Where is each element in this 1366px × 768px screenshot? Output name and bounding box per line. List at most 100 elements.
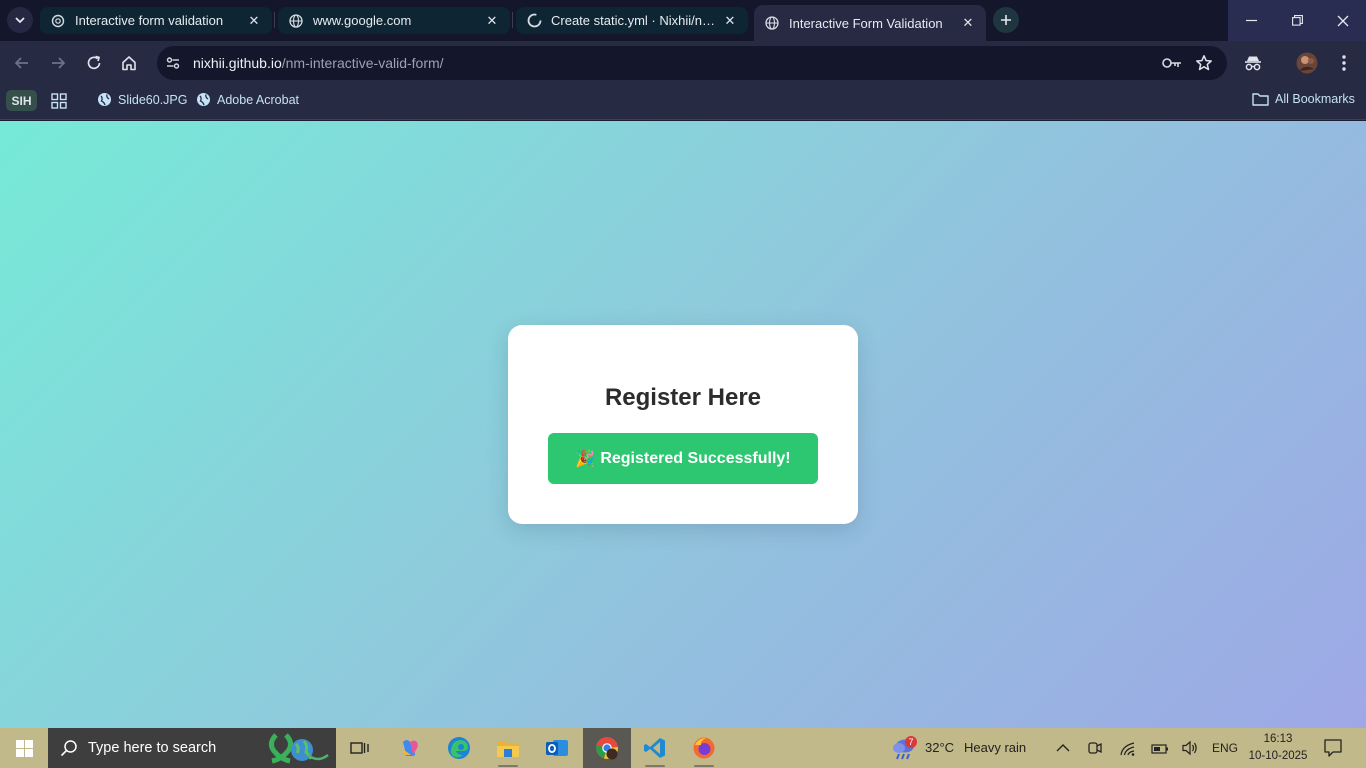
close-icon[interactable]: ✕ xyxy=(484,13,500,29)
start-button[interactable] xyxy=(0,728,48,768)
bookmark-star-icon[interactable] xyxy=(1195,54,1213,77)
tab-interactive-form-validation-chatgpt[interactable]: Interactive form validation ✕ xyxy=(40,7,272,34)
meet-now-icon[interactable] xyxy=(1087,739,1103,762)
browser-menu-button[interactable] xyxy=(1330,49,1358,77)
restore-icon xyxy=(1291,15,1303,26)
all-bookmarks-label: All Bookmarks xyxy=(1275,92,1355,106)
running-indicator xyxy=(498,765,518,767)
chevron-down-icon xyxy=(15,17,25,24)
tab-interactive-form-validation[interactable]: Interactive Form Validation ✕ xyxy=(754,5,986,41)
party-popper-icon: 🎉 xyxy=(575,450,596,468)
chrome-app[interactable] xyxy=(583,728,631,768)
weather-temp[interactable]: 32°C xyxy=(925,740,954,755)
file-explorer-app[interactable] xyxy=(484,728,532,768)
chatgpt-icon xyxy=(50,13,66,29)
success-message: Registered Successfully! xyxy=(600,449,791,467)
page-title: Register Here xyxy=(604,384,762,411)
address-bar[interactable]: nixhii.github.io/nm-interactive-valid-fo… xyxy=(157,46,1227,80)
apps-grid-icon[interactable] xyxy=(51,93,67,114)
page-background: Register Here 🎉 Registered Successfully! xyxy=(0,121,1366,728)
password-key-icon[interactable] xyxy=(1162,56,1182,75)
globe-icon xyxy=(764,15,780,31)
battery-icon[interactable] xyxy=(1151,742,1169,760)
close-icon[interactable]: ✕ xyxy=(960,15,976,31)
tab-title: Interactive form validation xyxy=(75,13,224,28)
register-card: Register Here 🎉 Registered Successfully! xyxy=(508,325,858,524)
site-settings-icon[interactable] xyxy=(165,55,181,76)
clock-time: 16:13 xyxy=(1263,733,1293,745)
folder-icon xyxy=(497,741,519,757)
home-icon xyxy=(122,56,136,71)
bookmark-slide60[interactable]: Slide60.JPG xyxy=(97,92,187,107)
chevron-up-icon[interactable] xyxy=(1056,741,1070,759)
close-window-button[interactable] xyxy=(1320,0,1366,41)
weather-condition[interactable]: Heavy rain xyxy=(964,740,1026,755)
close-icon xyxy=(1337,15,1349,26)
globe-icon xyxy=(288,13,304,29)
arrow-left-icon xyxy=(14,57,28,69)
home-button[interactable] xyxy=(115,49,143,77)
close-icon[interactable]: ✕ xyxy=(246,13,262,29)
volume-icon[interactable] xyxy=(1182,740,1200,761)
task-view-button[interactable] xyxy=(336,728,384,768)
tab-github-static-yml[interactable]: Create static.yml · Nixhii/nm-interactiv… xyxy=(516,7,748,34)
tab-search-button[interactable] xyxy=(7,7,33,33)
github-icon xyxy=(526,13,542,29)
url-text: nixhii.github.io/nm-interactive-valid-fo… xyxy=(193,55,444,71)
all-bookmarks-button[interactable]: All Bookmarks xyxy=(1252,92,1355,106)
bookmark-group-sih[interactable]: SIH xyxy=(6,90,37,111)
taskbar-search-box[interactable]: Type here to search xyxy=(48,728,336,768)
tab-title: Create static.yml · Nixhii/nm-interactiv… xyxy=(551,13,722,28)
minimize-icon xyxy=(1245,19,1257,22)
clock[interactable]: 16:13 10-10-2025 xyxy=(1246,731,1310,765)
firefox-app[interactable] xyxy=(680,728,728,768)
spy-icon xyxy=(1245,56,1261,71)
browser-toolbar: nixhii.github.io/nm-interactive-valid-fo… xyxy=(0,41,1366,85)
vscode-icon xyxy=(644,738,665,758)
bookmark-adobe-acrobat[interactable]: Adobe Acrobat xyxy=(196,92,299,107)
registered-successfully-button[interactable]: 🎉 Registered Successfully! xyxy=(548,433,818,484)
more-vertical-icon xyxy=(1342,55,1346,71)
task-view-icon xyxy=(350,742,369,754)
firefox-icon xyxy=(693,737,715,759)
wifi-icon[interactable] xyxy=(1119,740,1137,761)
outlook-icon xyxy=(546,740,568,756)
tab-divider xyxy=(274,12,275,28)
arrow-right-icon xyxy=(52,57,66,69)
vscode-app[interactable] xyxy=(631,728,679,768)
search-placeholder: Type here to search xyxy=(88,740,217,756)
input-language[interactable]: ENG xyxy=(1212,741,1238,755)
tab-google[interactable]: www.google.com ✕ xyxy=(278,7,510,34)
close-icon[interactable]: ✕ xyxy=(722,13,738,29)
outlook-app[interactable] xyxy=(533,728,581,768)
forward-button[interactable] xyxy=(44,49,72,77)
notifications-icon[interactable] xyxy=(1324,739,1342,762)
chrome-icon xyxy=(596,737,619,760)
windows-logo-icon xyxy=(15,739,33,757)
search-icon xyxy=(60,739,78,762)
edge-app[interactable] xyxy=(435,728,483,768)
bookmarks-bar: SIH Slide60.JPG Adobe Acrobat All Bookma… xyxy=(0,85,1366,120)
tab-strip: Interactive form validation ✕ www.google… xyxy=(0,0,1366,41)
plus-icon xyxy=(1001,15,1011,25)
back-button[interactable] xyxy=(8,49,36,77)
weather-alert-badge: 7 xyxy=(905,736,917,748)
new-tab-button[interactable] xyxy=(993,7,1019,33)
incognito-extension-button[interactable] xyxy=(1239,49,1267,77)
tab-title: www.google.com xyxy=(313,13,412,28)
copilot-app[interactable] xyxy=(386,728,434,768)
copilot-icon xyxy=(403,740,418,756)
running-indicator xyxy=(645,765,665,767)
tab-title: Interactive Form Validation xyxy=(789,15,943,31)
running-indicator xyxy=(694,765,714,767)
windows-taskbar: Type here to search 7 32°C Heavy rain EN… xyxy=(0,728,1366,768)
reload-button[interactable] xyxy=(80,49,108,77)
edge-icon xyxy=(448,737,470,759)
profile-avatar[interactable] xyxy=(1293,49,1321,77)
url-host: nixhii.github.io xyxy=(193,55,282,71)
tab-divider xyxy=(512,12,513,28)
minimize-button[interactable] xyxy=(1228,0,1274,41)
restore-button[interactable] xyxy=(1274,0,1320,41)
globe-icon xyxy=(196,92,211,107)
globe-icon xyxy=(97,92,112,107)
